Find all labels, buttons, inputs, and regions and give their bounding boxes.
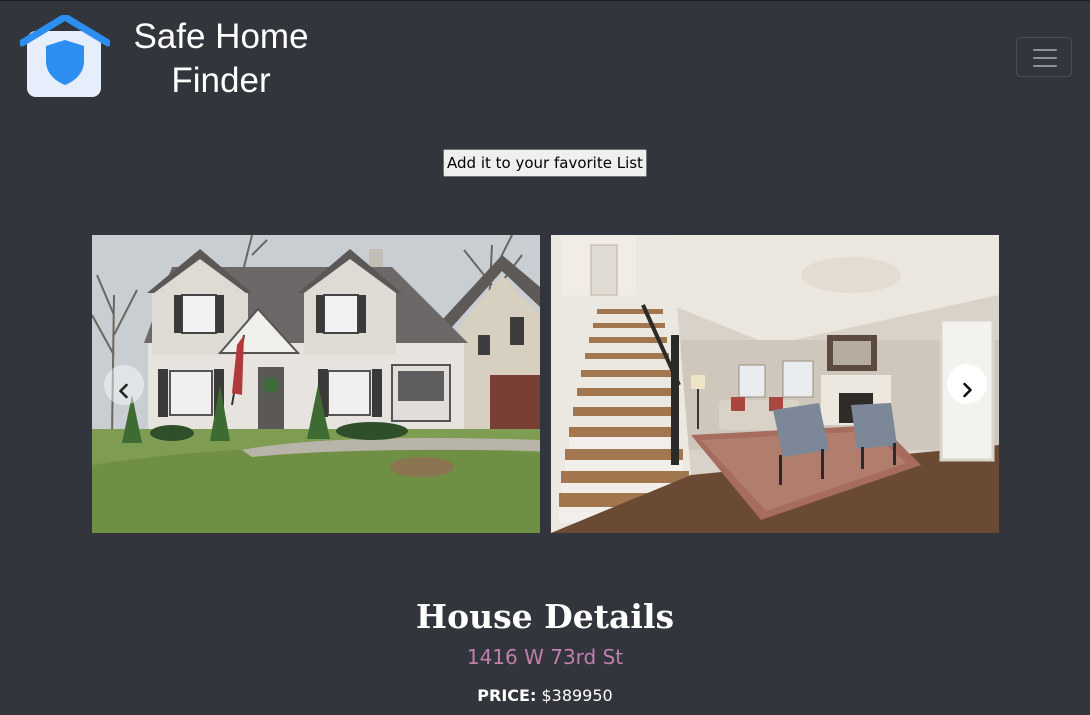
house-shield-icon[interactable] xyxy=(18,13,112,99)
site-title-line1: Safe Home xyxy=(133,17,309,56)
hamburger-menu-icon xyxy=(1033,49,1057,51)
carousel-prev-button[interactable] xyxy=(104,365,144,405)
house-details-heading: House Details xyxy=(415,597,675,636)
add-to-favorites-button[interactable]: Add it to your favorite List xyxy=(443,149,647,177)
site-title[interactable]: Safe Home Finder xyxy=(118,15,324,103)
hamburger-line xyxy=(1033,57,1057,59)
house-exterior-photo xyxy=(92,235,540,533)
living-room-interior-photo xyxy=(551,235,999,533)
carousel-next-button[interactable] xyxy=(947,364,987,404)
hamburger-line xyxy=(1033,65,1057,67)
photo-carousel xyxy=(92,235,999,533)
price-value: $389950 xyxy=(541,686,613,705)
house-price: PRICE: $389950 xyxy=(0,685,1090,707)
price-label: PRICE: xyxy=(477,686,537,705)
chevron-left-icon xyxy=(119,383,128,398)
hamburger-menu-button[interactable] xyxy=(1016,37,1072,77)
chevron-right-icon xyxy=(963,382,972,397)
site-title-line2: Finder xyxy=(171,61,271,100)
house-address: 1416 W 73rd St xyxy=(466,645,624,669)
